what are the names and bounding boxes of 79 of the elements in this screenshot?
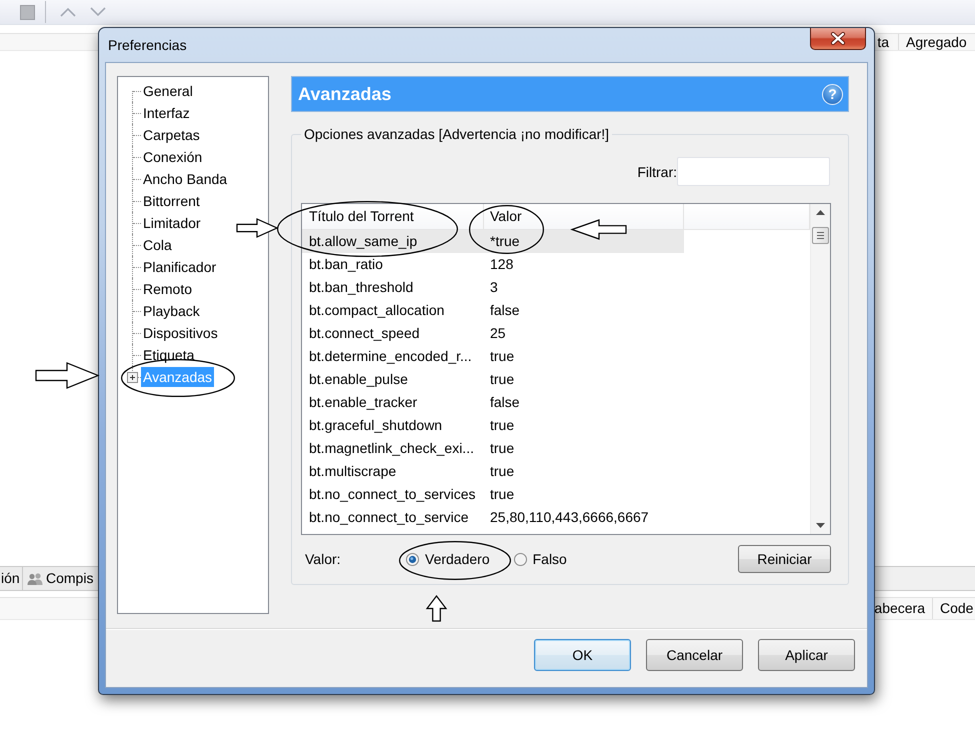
table-cell-text: bt.graceful_shutdown	[308, 416, 444, 435]
table-cell-text: false	[489, 301, 520, 320]
table-cell-text: bt.no_connect_to_services	[308, 485, 477, 504]
column-header[interactable]: Code	[932, 598, 975, 619]
table-cell-text: bt.magnetlink_check_exi...	[308, 439, 475, 458]
scroll-thumb[interactable]	[812, 227, 829, 244]
column-header[interactable]: Título del Torrent	[309, 208, 414, 224]
group-title: Opciones avanzadas [Advertencia ¡no modificar!]	[303, 125, 610, 143]
tree-item[interactable]: Carpetas	[141, 125, 202, 145]
table-cell-text: 3	[489, 278, 498, 297]
annotation-arrow	[35, 362, 100, 389]
tree-item[interactable]: Playback	[141, 301, 202, 321]
tree-item[interactable]: Interfaz	[141, 103, 192, 123]
table-cell-text: true	[489, 370, 514, 389]
table-cell-text: true	[489, 485, 514, 504]
reset-button[interactable]: Reiniciar	[738, 545, 831, 573]
value-label: Valor:	[304, 551, 342, 567]
filter-label: Filtrar:	[637, 164, 677, 180]
section-title: Avanzadas	[298, 84, 392, 104]
table-row[interactable]: bt.enable_pulse true	[302, 368, 684, 391]
table-cell-text: bt.determine_encoded_r...	[308, 347, 473, 366]
close-button[interactable]	[810, 28, 866, 50]
tree-item[interactable]: Ancho Banda	[141, 169, 230, 189]
table-row[interactable]: bt.ban_ratio 128	[302, 253, 684, 276]
tree-item[interactable]: Planificador	[141, 257, 218, 277]
tree-item[interactable]: Cola	[141, 235, 174, 255]
dialog-button[interactable]: Cancelar	[646, 639, 743, 671]
tree-item[interactable]: Dispositivos	[141, 323, 220, 343]
dialog-button[interactable]: Aplicar	[758, 639, 855, 671]
table-row[interactable]: bt.magnetlink_check_exi... true	[302, 437, 684, 460]
table-row[interactable]: bt.connect_speed 25	[302, 322, 684, 345]
table-cell-text: bt.compact_allocation	[308, 301, 446, 320]
close-icon	[830, 32, 846, 45]
table-cell-text: 25,80,110,443,6666,6667	[489, 508, 649, 527]
table-row[interactable]: bt.no_connect_to_services true	[302, 483, 684, 506]
table-cell-text: bt.ban_ratio	[308, 255, 384, 274]
table-row[interactable]: bt.graceful_shutdown true	[302, 414, 684, 437]
tree-item[interactable]: General	[141, 81, 195, 101]
table-cell-text: true	[489, 416, 514, 435]
table-cell-text: 128	[489, 255, 514, 274]
down-triangle-icon	[816, 523, 825, 528]
dialog-button[interactable]: OK	[534, 639, 631, 671]
table-cell-text: bt.allow_same_ip	[308, 232, 418, 251]
table-row[interactable]: bt.enable_tracker false	[302, 391, 684, 414]
annotation-arrow	[426, 595, 448, 622]
users-icon	[27, 572, 43, 584]
table-cell-text: false	[489, 393, 520, 412]
table-cell-text: bt.ban_threshold	[308, 278, 414, 297]
radio-option[interactable]: Verdadero	[406, 551, 490, 567]
table-cell-text: bt.connect_speed	[308, 324, 421, 343]
table-row[interactable]: bt.ban_threshold 3	[302, 276, 684, 299]
window-title: Preferencias	[108, 37, 187, 54]
table-cell-text: 25	[489, 324, 506, 343]
table-row[interactable]: bt.multiscrape true	[302, 460, 684, 483]
table-cell-text: true	[489, 439, 514, 458]
radio-option[interactable]: Falso	[514, 551, 567, 567]
table-row[interactable]: bt.allow_same_ip *true	[302, 230, 684, 253]
table-cell-text: bt.enable_tracker	[308, 393, 418, 412]
table-cell-text: true	[489, 462, 514, 481]
tree-item[interactable]: Etiqueta	[141, 345, 196, 365]
filter-field[interactable]	[677, 157, 830, 186]
table-row[interactable]: bt.compact_allocation false	[302, 299, 684, 322]
table-cell-text: bt.enable_pulse	[308, 370, 409, 389]
table-row[interactable]: bt.determine_encoded_r... true	[302, 345, 684, 368]
column-header[interactable]: Agregado	[898, 34, 975, 50]
table-cell-text: *true	[489, 232, 520, 251]
annotation-arrow	[570, 219, 627, 240]
table-cell-text: bt.multiscrape	[308, 462, 398, 481]
table-cell-text: bt.no_connect_to_service	[308, 508, 470, 527]
up-triangle-icon	[816, 210, 825, 215]
column-header[interactable]: Valor	[490, 208, 522, 224]
tree-item[interactable]: Limitador	[141, 213, 203, 233]
table-cell-text: true	[489, 347, 514, 366]
tree-item[interactable]: Conexión	[141, 147, 204, 167]
tab[interactable]: ión	[0, 567, 23, 590]
tree-item[interactable]: Remoto	[141, 279, 194, 299]
expand-icon[interactable]	[127, 372, 138, 382]
tree-item[interactable]: Bittorrent	[141, 191, 202, 211]
table-row[interactable]: bt.no_connect_to_service 25,80,110,443,6666,6667	[302, 506, 684, 529]
